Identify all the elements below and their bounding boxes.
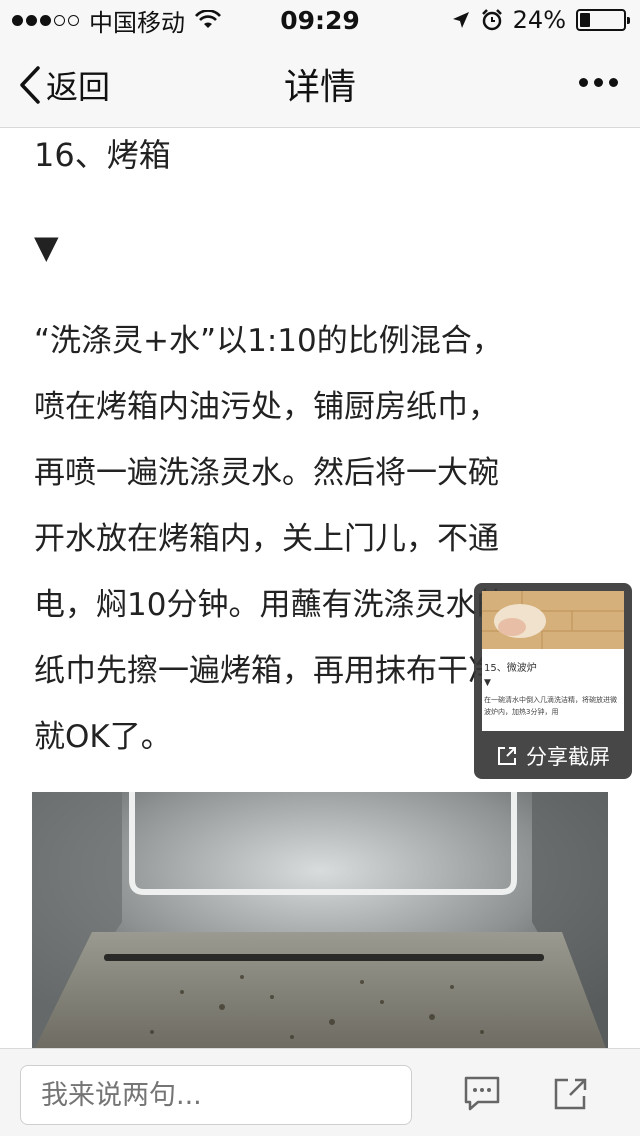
back-label: 返回 (46, 68, 111, 106)
comment-bar (0, 1048, 640, 1136)
screenshot-thumbnail[interactable]: 15、微波炉 ▼ 在一碗清水中倒入几滴洗洁精，将碗放进微波炉内，加热3分钟，用 (482, 591, 624, 731)
more-dot-icon (594, 78, 603, 87)
wifi-icon (195, 10, 221, 28)
more-dot-icon (579, 78, 588, 87)
paragraph-line: 喷在烤箱内油污处，铺厨房纸巾， (34, 389, 499, 425)
status-time: 09:29 (280, 5, 360, 35)
battery-icon (576, 9, 630, 31)
paragraph-line: 再喷一遍洗涤灵水。然后将一大碗 (34, 455, 499, 491)
alarm-clock-icon (481, 9, 502, 31)
thumbnail-arrow: ▼ (484, 678, 491, 688)
oven-interior-photo[interactable] (32, 792, 608, 1048)
arrow-down-icon: ▼ (34, 228, 59, 266)
more-options-button[interactable] (579, 78, 618, 87)
share-screenshot-button[interactable]: 分享截屏 (482, 741, 624, 771)
screenshot-share-popup[interactable]: 15、微波炉 ▼ 在一碗清水中倒入几滴洗洁精，将碗放进微波炉内，加热3分钟，用 … (474, 583, 632, 779)
status-bar: 中国移动 09:29 24% (0, 0, 640, 40)
location-arrow-icon (452, 12, 469, 28)
carrier-name: 中国移动 (89, 8, 185, 37)
chevron-left-icon (20, 66, 40, 104)
share-screenshot-label: 分享截屏 (526, 745, 610, 769)
paragraph-line: 开水放在烤箱内，关上门儿，不通 (34, 521, 499, 557)
share-icon[interactable] (552, 1075, 590, 1113)
more-dot-icon (609, 78, 618, 87)
signal-strength-icon (12, 14, 79, 26)
comment-icon[interactable] (462, 1075, 502, 1113)
paragraph-line: “洗涤灵+水”以1:10的比例混合， (34, 323, 503, 359)
battery-percent: 24% (512, 6, 566, 34)
share-out-icon (498, 747, 516, 765)
section-heading: 16、烤箱 (34, 136, 171, 174)
navigation-bar: 返回 详情 (0, 40, 640, 128)
thumbnail-text: 在一碗清水中倒入几滴洗洁精，将碗放进微波炉内，加热3分钟，用 (484, 696, 617, 716)
comment-input[interactable] (20, 1065, 412, 1125)
thumbnail-heading: 15、微波炉 (484, 663, 537, 674)
page-title: 详情 (283, 66, 356, 108)
back-button[interactable]: 返回 (18, 62, 110, 108)
